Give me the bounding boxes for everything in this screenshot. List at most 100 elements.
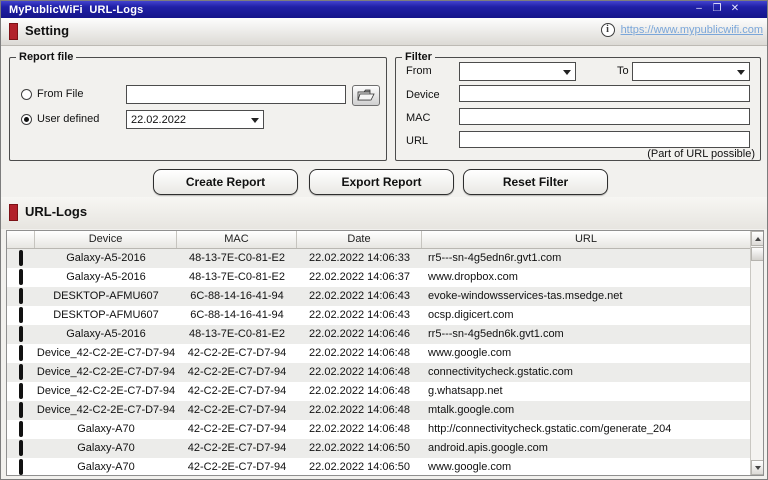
mac-cell: 42-C2-2E-C7-D7-94 — [187, 404, 287, 416]
url-logs-header-strip: URL-Logs — [1, 197, 767, 229]
chevron-down-icon — [737, 70, 745, 75]
mac-cell: 42-C2-2E-C7-D7-94 — [187, 423, 287, 435]
export-report-button[interactable]: Export Report — [309, 169, 454, 195]
arrow-down-icon — [754, 465, 761, 470]
table-row[interactable]: Galaxy-A5-2016 48-13-7E-C0-81-E2 22.02.2… — [7, 249, 750, 268]
date-cell: 22.02.2022 14:06:48 — [309, 347, 410, 359]
minimize-icon[interactable]: – — [693, 3, 705, 15]
url-logs-table: Device MAC Date URL Galaxy-A5-2016 48-13… — [6, 230, 764, 476]
table-row[interactable]: DESKTOP-AFMU607 6C-88-14-16-41-94 22.02.… — [7, 306, 750, 325]
device-cell: Galaxy-A5-2016 — [66, 252, 146, 264]
browse-file-button[interactable] — [352, 85, 380, 106]
vertical-scrollbar[interactable] — [750, 231, 763, 475]
date-cell: 22.02.2022 14:06:48 — [309, 366, 410, 378]
url-cell: http://connectivitycheck.gstatic.com/gen… — [428, 423, 672, 435]
url-cell: www.google.com — [428, 347, 512, 359]
table-body: Galaxy-A5-2016 48-13-7E-C0-81-E2 22.02.2… — [7, 249, 750, 475]
url-cell: g.whatsapp.net — [428, 385, 503, 397]
mac-cell: 42-C2-2E-C7-D7-94 — [187, 442, 287, 454]
mac-cell: 48-13-7E-C0-81-E2 — [189, 271, 285, 283]
date-cell: 22.02.2022 14:06:48 — [309, 423, 410, 435]
mac-cell: 48-13-7E-C0-81-E2 — [189, 328, 285, 340]
device-cell: Galaxy-A70 — [77, 461, 135, 473]
report-file-group: Report file — [9, 51, 387, 161]
report-date-select[interactable]: 22.02.2022 — [126, 110, 264, 129]
maximize-icon[interactable]: ❐ — [711, 3, 723, 15]
phone-icon — [19, 364, 23, 380]
info-icon: i — [600, 23, 615, 37]
phone-icon — [19, 326, 23, 342]
url-hint: (Part of URL possible) — [647, 148, 755, 160]
device-cell: Device_42-C2-2E-C7-D7-94 — [36, 347, 176, 359]
mac-cell: 42-C2-2E-C7-D7-94 — [187, 366, 287, 378]
table-row[interactable]: Device_42-C2-2E-C7-D7-94 42-C2-2E-C7-D7-… — [7, 382, 750, 401]
url-logs-title: URL-Logs — [25, 204, 88, 219]
table-row[interactable]: Device_42-C2-2E-C7-D7-94 42-C2-2E-C7-D7-… — [7, 401, 750, 420]
filter-mac-label: MAC — [406, 112, 431, 124]
report-file-path-input[interactable] — [126, 85, 346, 104]
date-cell: 22.02.2022 14:06:46 — [309, 328, 410, 340]
url-cell: android.apis.google.com — [428, 442, 548, 454]
scroll-up-button[interactable] — [751, 231, 763, 246]
url-cell: evoke-windowsservices-tas.msedge.net — [428, 290, 623, 302]
website-link[interactable]: https://www.mypublicwifi.com — [621, 24, 763, 36]
date-cell: 22.02.2022 14:06:43 — [309, 290, 410, 302]
close-icon[interactable]: ✕ — [729, 3, 741, 15]
window-title: MyPublicWiFi URL-Logs — [9, 3, 144, 16]
scroll-down-button[interactable] — [751, 460, 763, 475]
filter-mac-input[interactable] — [459, 108, 750, 125]
table-row[interactable]: Device_42-C2-2E-C7-D7-94 42-C2-2E-C7-D7-… — [7, 363, 750, 382]
date-cell: 22.02.2022 14:06:50 — [309, 442, 410, 454]
title-bar: MyPublicWiFi URL-Logs – ❐ ✕ — [1, 1, 767, 18]
url-cell: www.google.com — [428, 461, 512, 473]
reset-filter-button[interactable]: Reset Filter — [463, 169, 608, 195]
report-date-value: 22.02.2022 — [131, 113, 187, 126]
mac-column-header[interactable]: MAC — [177, 231, 297, 248]
date-cell: 22.02.2022 14:06:37 — [309, 271, 410, 283]
device-cell: Galaxy-A5-2016 — [66, 271, 146, 283]
user-defined-radio[interactable] — [21, 114, 32, 125]
phone-icon — [19, 459, 23, 475]
table-row[interactable]: Galaxy-A70 42-C2-2E-C7-D7-94 22.02.2022 … — [7, 439, 750, 458]
table-row[interactable]: Device_42-C2-2E-C7-D7-94 42-C2-2E-C7-D7-… — [7, 344, 750, 363]
date-cell: 22.02.2022 14:06:43 — [309, 309, 410, 321]
phone-icon — [19, 345, 23, 361]
filter-from-select[interactable] — [459, 62, 576, 81]
chevron-down-icon — [251, 118, 259, 123]
red-marker — [9, 204, 18, 221]
table-row[interactable]: Galaxy-A70 42-C2-2E-C7-D7-94 22.02.2022 … — [7, 420, 750, 439]
filter-url-input[interactable] — [459, 131, 750, 148]
chevron-down-icon — [563, 70, 571, 75]
date-cell: 22.02.2022 14:06:50 — [309, 461, 410, 473]
url-column-header[interactable]: URL — [422, 231, 750, 248]
table-row[interactable]: Galaxy-A5-2016 48-13-7E-C0-81-E2 22.02.2… — [7, 325, 750, 344]
url-cell: ocsp.digicert.com — [428, 309, 514, 321]
device-column-header[interactable]: Device — [35, 231, 177, 248]
device-icon-column-header[interactable] — [7, 231, 35, 248]
mac-cell: 42-C2-2E-C7-D7-94 — [187, 385, 287, 397]
app-window: MyPublicWiFi URL-Logs – ❐ ✕ Setting i ht… — [0, 0, 768, 480]
filter-device-label: Device — [406, 89, 440, 101]
from-file-label: From File — [37, 88, 84, 100]
table-row[interactable]: Galaxy-A5-2016 48-13-7E-C0-81-E2 22.02.2… — [7, 268, 750, 287]
filter-to-select[interactable] — [632, 62, 750, 81]
phone-icon — [19, 402, 23, 418]
from-file-radio[interactable] — [21, 89, 32, 100]
setting-title: Setting — [25, 23, 70, 38]
create-report-button[interactable]: Create Report — [153, 169, 298, 195]
url-cell: rr5---sn-4g5edn6k.gvt1.com — [428, 328, 564, 340]
scrollbar-thumb[interactable] — [751, 247, 763, 261]
device-cell: DESKTOP-AFMU607 — [53, 290, 159, 302]
user-defined-label: User defined — [37, 113, 100, 125]
filter-device-input[interactable] — [459, 85, 750, 102]
table-row[interactable]: DESKTOP-AFMU607 6C-88-14-16-41-94 22.02.… — [7, 287, 750, 306]
mac-cell: 42-C2-2E-C7-D7-94 — [187, 347, 287, 359]
arrow-up-icon — [754, 236, 761, 241]
filter-url-label: URL — [406, 135, 429, 147]
table-row[interactable]: Galaxy-A70 42-C2-2E-C7-D7-94 22.02.2022 … — [7, 458, 750, 475]
device-cell: Device_42-C2-2E-C7-D7-94 — [36, 366, 176, 378]
report-file-group-label: Report file — [19, 51, 74, 63]
date-column-header[interactable]: Date — [297, 231, 422, 248]
table-header-row: Device MAC Date URL — [7, 231, 750, 249]
phone-icon — [19, 250, 23, 266]
